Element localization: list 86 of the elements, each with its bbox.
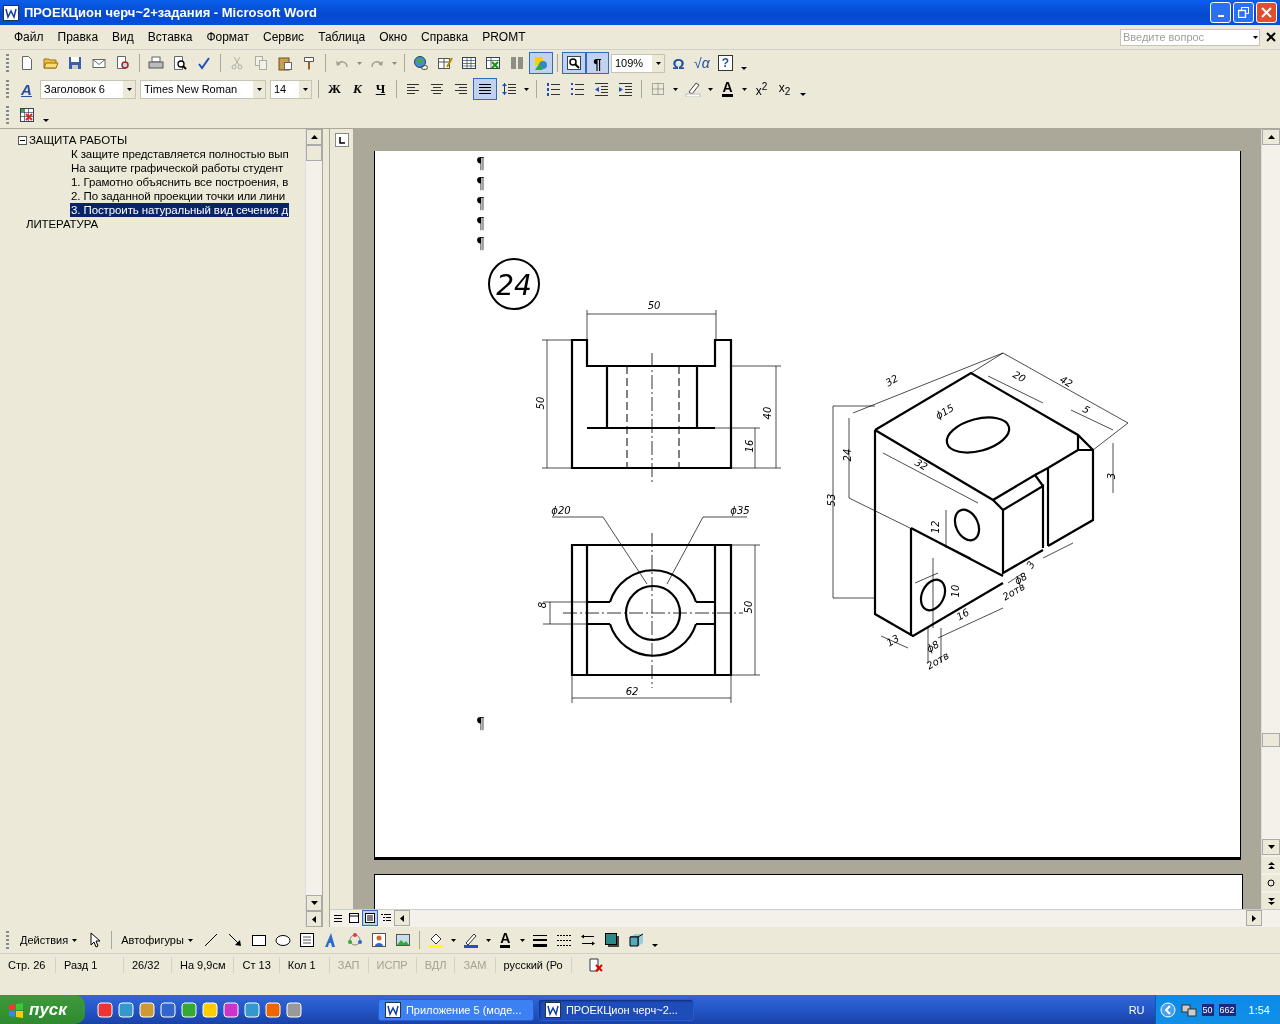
show-marks-button[interactable]: ¶ (586, 52, 609, 74)
dimension-label: 3 (1106, 472, 1117, 480)
status-field: На 9,9см (172, 957, 235, 973)
status-field: Стр. 26 (0, 957, 56, 973)
document-map-item[interactable]: 3. Построить натуральный вид сечения д (70, 203, 290, 217)
bold-button[interactable]: Ж (323, 78, 346, 100)
menu-button[interactable]: Автофигуры (116, 929, 199, 951)
document-map-item[interactable]: ЛИТЕРАТУРА (25, 217, 100, 231)
help-button[interactable]: ? (713, 52, 737, 74)
dimension-label: 16 (744, 439, 755, 453)
document-map-item[interactable]: 2. По заданной проекции точки или лини (70, 189, 286, 203)
paragraph-mark: ¶ (477, 213, 486, 233)
dimension-label: 32 (913, 456, 930, 473)
symbol-button[interactable]: Ω (667, 52, 690, 74)
menu-item[interactable]: Вид (105, 27, 141, 47)
subscript-button[interactable]: x$_{2}$ (773, 78, 796, 100)
figure-number: 24 (496, 269, 532, 302)
status-field: ВДЛ (416, 957, 456, 973)
dimension-label: ϕ35 (730, 505, 750, 516)
dimension-label: 50 (535, 396, 546, 410)
menu-item[interactable]: Файл (7, 27, 51, 47)
underline-button[interactable]: Ч (369, 78, 392, 100)
dimension-label: 3 (1024, 559, 1037, 571)
dimension-label: ϕ15 (933, 401, 956, 422)
dimension-label: ϕ20 (551, 505, 571, 516)
document-map-item[interactable]: 1. Грамотно объяснить все построения, в (70, 175, 290, 189)
menu-button[interactable]: Действия (15, 929, 84, 951)
paragraph-mark: ¶ (477, 193, 486, 213)
taskbar-button[interactable]: ПРОЕКЦион черч~2... (537, 998, 694, 1021)
dimension-label: 24 (842, 448, 853, 462)
status-field: Разд 1 (56, 957, 124, 973)
font-color-button[interactable]: A (493, 929, 517, 951)
style-combo[interactable]: Заголовок 6 (40, 79, 136, 99)
dimension-label: 40 (762, 406, 773, 420)
paragraph-mark: ¶ (477, 233, 486, 253)
menu-item[interactable]: Вставка (140, 27, 200, 47)
equation-button[interactable]: √α (690, 52, 714, 74)
document-map-item[interactable]: К защите представляется полностью вып (70, 147, 290, 161)
menu-item[interactable]: Окно (372, 27, 415, 47)
dimension-label: 50 (647, 300, 661, 311)
menu-item[interactable]: Таблица (311, 27, 373, 47)
status-field: Ст 13 (234, 957, 280, 973)
superscript-button[interactable]: x$^{2}$ (750, 78, 773, 100)
styles-button[interactable]: A (15, 78, 38, 100)
dimension-label: 16 (954, 606, 971, 623)
paragraph-mark: ¶ (477, 713, 486, 733)
dimension-label: 62 (625, 686, 639, 697)
dimension-label: ϕ8 (1012, 570, 1030, 587)
paragraph-mark: ¶ (477, 173, 486, 193)
document-map-item[interactable]: На защите графической работы студент (70, 161, 285, 175)
size-combo[interactable]: 14 (270, 79, 312, 99)
zoom-combo[interactable]: 109% (611, 53, 665, 73)
status-field: ИСПР (368, 957, 417, 973)
start-button[interactable]: пуск (0, 995, 85, 1024)
dimension-label: 50 (743, 600, 754, 614)
menu-item[interactable]: Правка (50, 27, 106, 47)
menu-item[interactable]: Сервис (256, 27, 312, 47)
tray-icon[interactable]: 50 (1201, 1003, 1214, 1016)
document-map-item[interactable]: ЗАЩИТА РАБОТЫ (28, 133, 128, 147)
dimension-label: 20 (1011, 368, 1028, 385)
status-field: ЗАМ (455, 957, 496, 973)
dimension-label: 13 (884, 632, 901, 649)
menu-item[interactable]: PROMT (475, 27, 533, 47)
dimension-label: 53 (826, 493, 837, 507)
dimension-label: 42 (1058, 373, 1075, 390)
dimension-label: 5 (1080, 403, 1092, 416)
window-title: ПРОЕКЦион черч~2+задания - Microsoft Word (24, 5, 318, 20)
menu-item[interactable]: Формат (199, 27, 257, 47)
menu-item[interactable]: Справка (414, 27, 476, 47)
status-field: Кол 1 (279, 957, 330, 973)
dimension-label: 10 (950, 584, 961, 598)
dimension-label: 8 (537, 601, 548, 609)
font-color-button[interactable]: A (716, 78, 739, 100)
taskbar-button[interactable]: Приложение 5 (моде... (377, 998, 534, 1021)
italic-button[interactable]: К (346, 78, 369, 100)
dimension-label: 12 (930, 520, 941, 534)
paragraph-mark: ¶ (477, 153, 486, 173)
font-combo[interactable]: Times New Roman (140, 79, 266, 99)
language-indicator[interactable]: RU (1128, 1003, 1145, 1016)
dimension-label: ϕ8 (924, 638, 942, 655)
tray-icon[interactable]: 662 (1218, 1003, 1236, 1016)
dimension-label: 32 (883, 372, 900, 389)
clock: 1:54 (1248, 1003, 1270, 1016)
status-field: русский (Ро (495, 957, 572, 973)
status-field: 26/32 (124, 957, 172, 973)
status-field: ЗАП (329, 957, 369, 973)
